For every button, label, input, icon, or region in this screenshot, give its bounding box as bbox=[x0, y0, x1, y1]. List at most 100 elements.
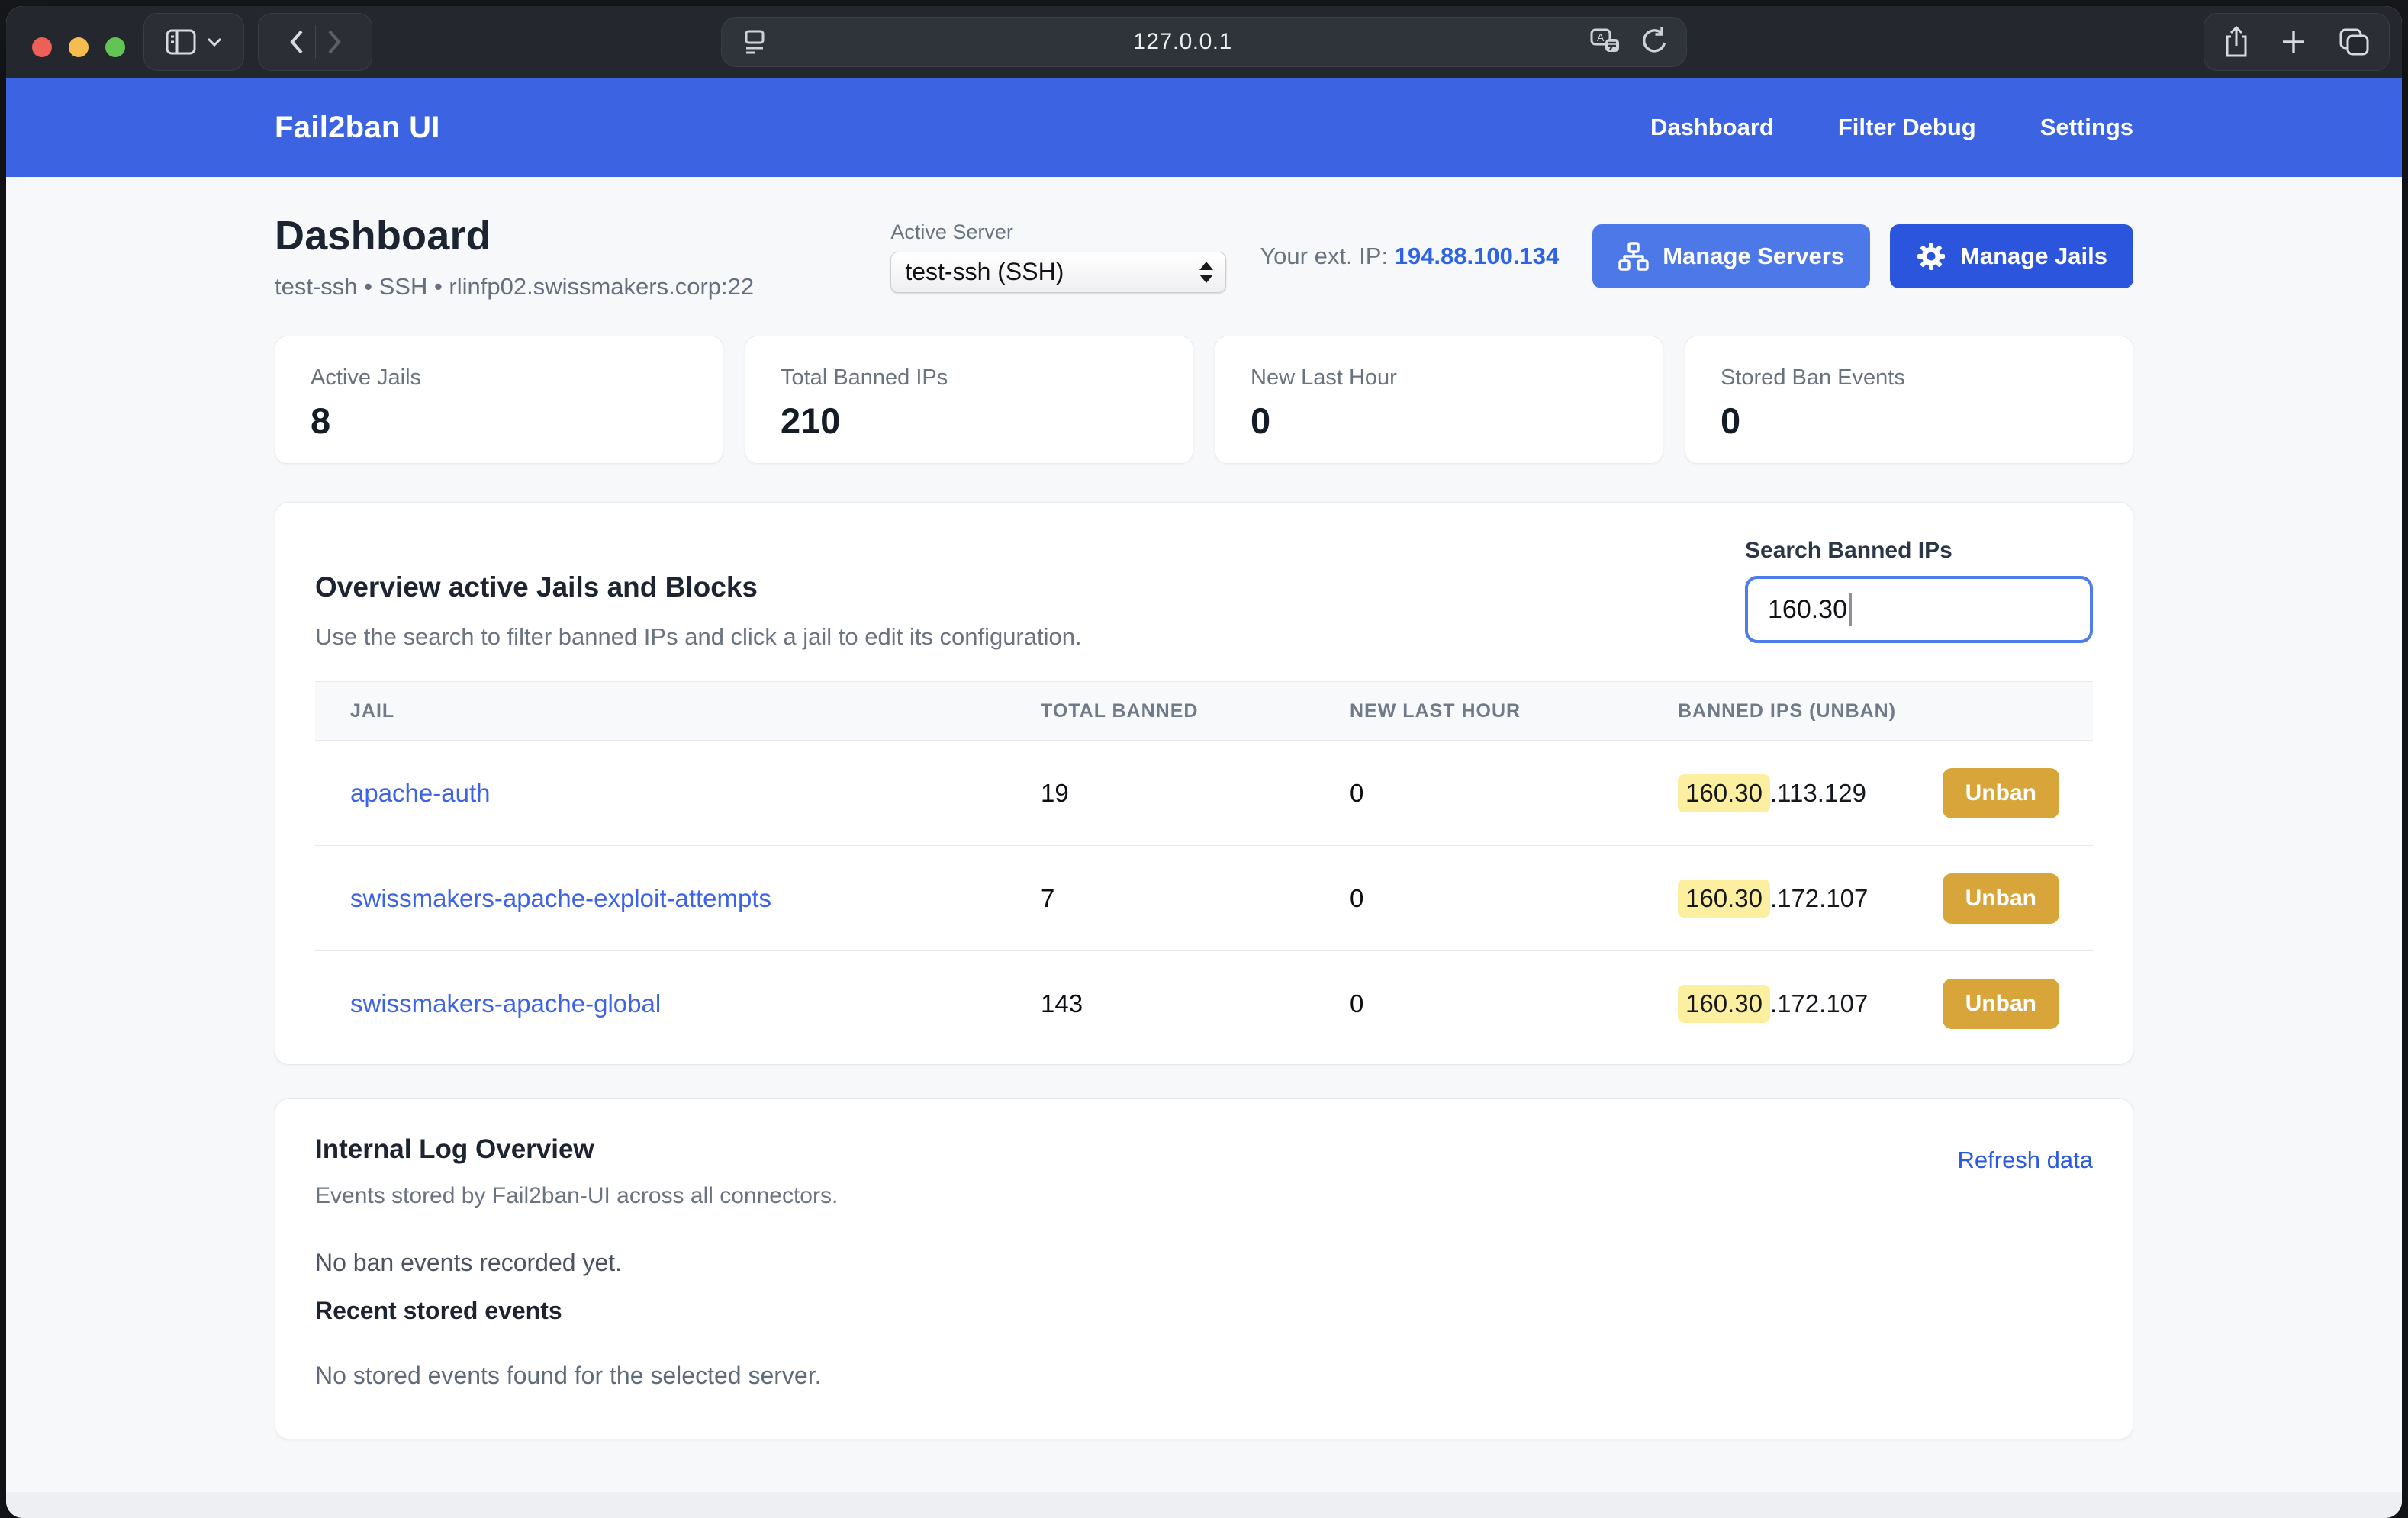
page-settings-icon[interactable] bbox=[742, 29, 775, 55]
select-stepper-icon bbox=[1199, 262, 1213, 283]
overview-title: Overview active Jails and Blocks bbox=[315, 571, 1745, 603]
stat-label: Active Jails bbox=[311, 365, 687, 391]
table-row: swissmakers-apache-global 143 0 160.30 .… bbox=[315, 951, 2093, 1056]
col-header-new-last-hour: NEW LAST HOUR bbox=[1315, 700, 1643, 722]
stat-card-stored-ban-events: Stored Ban Events 0 bbox=[1685, 336, 2133, 464]
minimize-window-button[interactable] bbox=[69, 37, 89, 57]
ip-rest: .172.107 bbox=[1770, 989, 1868, 1018]
new-last-hour-value: 0 bbox=[1315, 779, 1643, 808]
table-row: swissmakers-apache-exploit-attempts 7 0 … bbox=[315, 846, 2093, 951]
log-subtitle: Events stored by Fail2ban-UI across all … bbox=[315, 1183, 2093, 1209]
stat-value: 8 bbox=[311, 400, 687, 442]
window-footer-strip bbox=[6, 1492, 2402, 1518]
active-server-group: Active Server test-ssh (SSH) bbox=[890, 220, 1226, 293]
overview-subtitle: Use the search to filter banned IPs and … bbox=[315, 623, 1745, 651]
stat-card-new-last-hour: New Last Hour 0 bbox=[1215, 336, 1663, 464]
ip-highlight: 160.30 bbox=[1678, 880, 1770, 918]
zoom-window-button[interactable] bbox=[105, 37, 125, 57]
gear-icon bbox=[1916, 241, 1946, 272]
manage-servers-button[interactable]: Manage Servers bbox=[1592, 224, 1870, 288]
new-last-hour-value: 0 bbox=[1315, 989, 1643, 1018]
app-navbar: Fail2ban UI Dashboard Filter Debug Setti… bbox=[6, 78, 2402, 177]
unban-button[interactable]: Unban bbox=[1943, 873, 2059, 924]
jail-link[interactable]: apache-auth bbox=[350, 779, 490, 807]
active-server-select[interactable]: test-ssh (SSH) bbox=[890, 252, 1226, 293]
share-icon[interactable] bbox=[2223, 25, 2249, 59]
total-banned-value: 143 bbox=[1006, 989, 1315, 1018]
sidebar-icon[interactable] bbox=[165, 27, 197, 56]
ip-highlight: 160.30 bbox=[1678, 774, 1770, 812]
window-controls bbox=[32, 37, 125, 57]
stat-value: 0 bbox=[1721, 400, 2097, 442]
internal-log-card: Internal Log Overview Refresh data Event… bbox=[275, 1098, 2133, 1439]
history-nav-group bbox=[258, 13, 372, 71]
jails-table-header: JAIL TOTAL BANNED NEW LAST HOUR BANNED I… bbox=[315, 681, 2093, 741]
manage-servers-label: Manage Servers bbox=[1663, 243, 1844, 270]
reload-icon[interactable] bbox=[1639, 27, 1669, 57]
col-header-jail: JAIL bbox=[315, 700, 1006, 722]
forward-icon[interactable] bbox=[325, 27, 345, 57]
close-window-button[interactable] bbox=[32, 37, 52, 57]
url-text[interactable]: 127.0.0.1 bbox=[775, 29, 1590, 55]
search-banned-ips-input[interactable]: 160.30 bbox=[1745, 576, 2093, 643]
text-caret bbox=[1849, 593, 1852, 626]
back-icon[interactable] bbox=[286, 27, 306, 57]
jails-table: JAIL TOTAL BANNED NEW LAST HOUR BANNED I… bbox=[315, 681, 2093, 1056]
nav-link-filter-debug[interactable]: Filter Debug bbox=[1838, 114, 1976, 141]
col-header-total-banned: TOTAL BANNED bbox=[1006, 700, 1315, 722]
sidebar-toggle-group bbox=[143, 13, 244, 71]
active-server-label: Active Server bbox=[890, 220, 1226, 244]
nav-links: Dashboard Filter Debug Settings bbox=[1650, 114, 2133, 141]
page-title: Dashboard bbox=[275, 212, 890, 259]
new-tab-icon[interactable] bbox=[2280, 28, 2307, 56]
total-banned-value: 7 bbox=[1006, 884, 1315, 913]
refresh-data-link[interactable]: Refresh data bbox=[1958, 1147, 2094, 1174]
active-server-value: test-ssh (SSH) bbox=[905, 258, 1199, 286]
jail-link[interactable]: swissmakers-apache-exploit-attempts bbox=[350, 884, 771, 912]
address-bar[interactable]: 127.0.0.1 A bbox=[721, 17, 1687, 67]
ip-rest: .113.129 bbox=[1770, 779, 1866, 808]
nav-link-dashboard[interactable]: Dashboard bbox=[1650, 114, 1774, 141]
new-last-hour-value: 0 bbox=[1315, 884, 1643, 913]
log-title: Internal Log Overview bbox=[315, 1134, 2093, 1165]
stat-card-total-banned: Total Banned IPs 210 bbox=[745, 336, 1193, 464]
no-ban-events-text: No ban events recorded yet. bbox=[315, 1249, 2093, 1277]
ip-rest: .172.107 bbox=[1770, 884, 1868, 913]
unban-button[interactable]: Unban bbox=[1943, 768, 2059, 818]
stat-label: Total Banned IPs bbox=[781, 365, 1157, 391]
browser-toolbar: 127.0.0.1 A bbox=[6, 6, 2402, 78]
chevron-down-icon[interactable] bbox=[206, 37, 223, 47]
overview-card: Overview active Jails and Blocks Use the… bbox=[275, 502, 2133, 1065]
stat-label: New Last Hour bbox=[1251, 365, 1627, 391]
external-ip-value[interactable]: 194.88.100.134 bbox=[1395, 243, 1560, 269]
total-banned-value: 19 bbox=[1006, 779, 1315, 808]
nav-link-settings[interactable]: Settings bbox=[2040, 114, 2133, 141]
col-header-banned-ips: BANNED IPS (UNBAN) bbox=[1643, 700, 2093, 722]
search-value: 160.30 bbox=[1768, 595, 1847, 625]
stat-value: 210 bbox=[781, 400, 1157, 442]
table-row: apache-auth 19 0 160.30 .113.129 Unban bbox=[315, 741, 2093, 846]
unban-button[interactable]: Unban bbox=[1943, 979, 2059, 1029]
address-bar-actions: A bbox=[1590, 27, 1669, 57]
external-ip: Your ext. IP: 194.88.100.134 bbox=[1260, 243, 1559, 270]
jail-link[interactable]: swissmakers-apache-global bbox=[350, 989, 661, 1018]
page-header: Dashboard test-ssh • SSH • rlinfp02.swis… bbox=[275, 212, 2133, 301]
app-brand[interactable]: Fail2ban UI bbox=[275, 111, 440, 145]
translate-icon[interactable]: A bbox=[1590, 27, 1622, 57]
divider bbox=[315, 25, 316, 59]
manage-jails-label: Manage Jails bbox=[1960, 243, 2107, 270]
stat-card-active-jails: Active Jails 8 bbox=[275, 336, 723, 464]
ip-highlight: 160.30 bbox=[1678, 985, 1770, 1023]
manage-jails-button[interactable]: Manage Jails bbox=[1890, 224, 2133, 288]
svg-text:A: A bbox=[1597, 31, 1605, 43]
recent-stored-events-title: Recent stored events bbox=[315, 1297, 2093, 1325]
page-subtitle: test-ssh • SSH • rlinfp02.swissmakers.co… bbox=[275, 273, 890, 301]
stat-value: 0 bbox=[1251, 400, 1627, 442]
no-stored-events-text: No stored events found for the selected … bbox=[315, 1362, 2093, 1390]
tab-overview-icon[interactable] bbox=[2338, 27, 2370, 57]
browser-window: 127.0.0.1 A bbox=[6, 6, 2402, 1518]
search-banned-ips-label: Search Banned IPs bbox=[1745, 538, 2093, 564]
sitemap-icon bbox=[1618, 241, 1649, 272]
stat-label: Stored Ban Events bbox=[1721, 365, 2097, 391]
stat-cards: Active Jails 8 Total Banned IPs 210 New … bbox=[275, 336, 2133, 464]
